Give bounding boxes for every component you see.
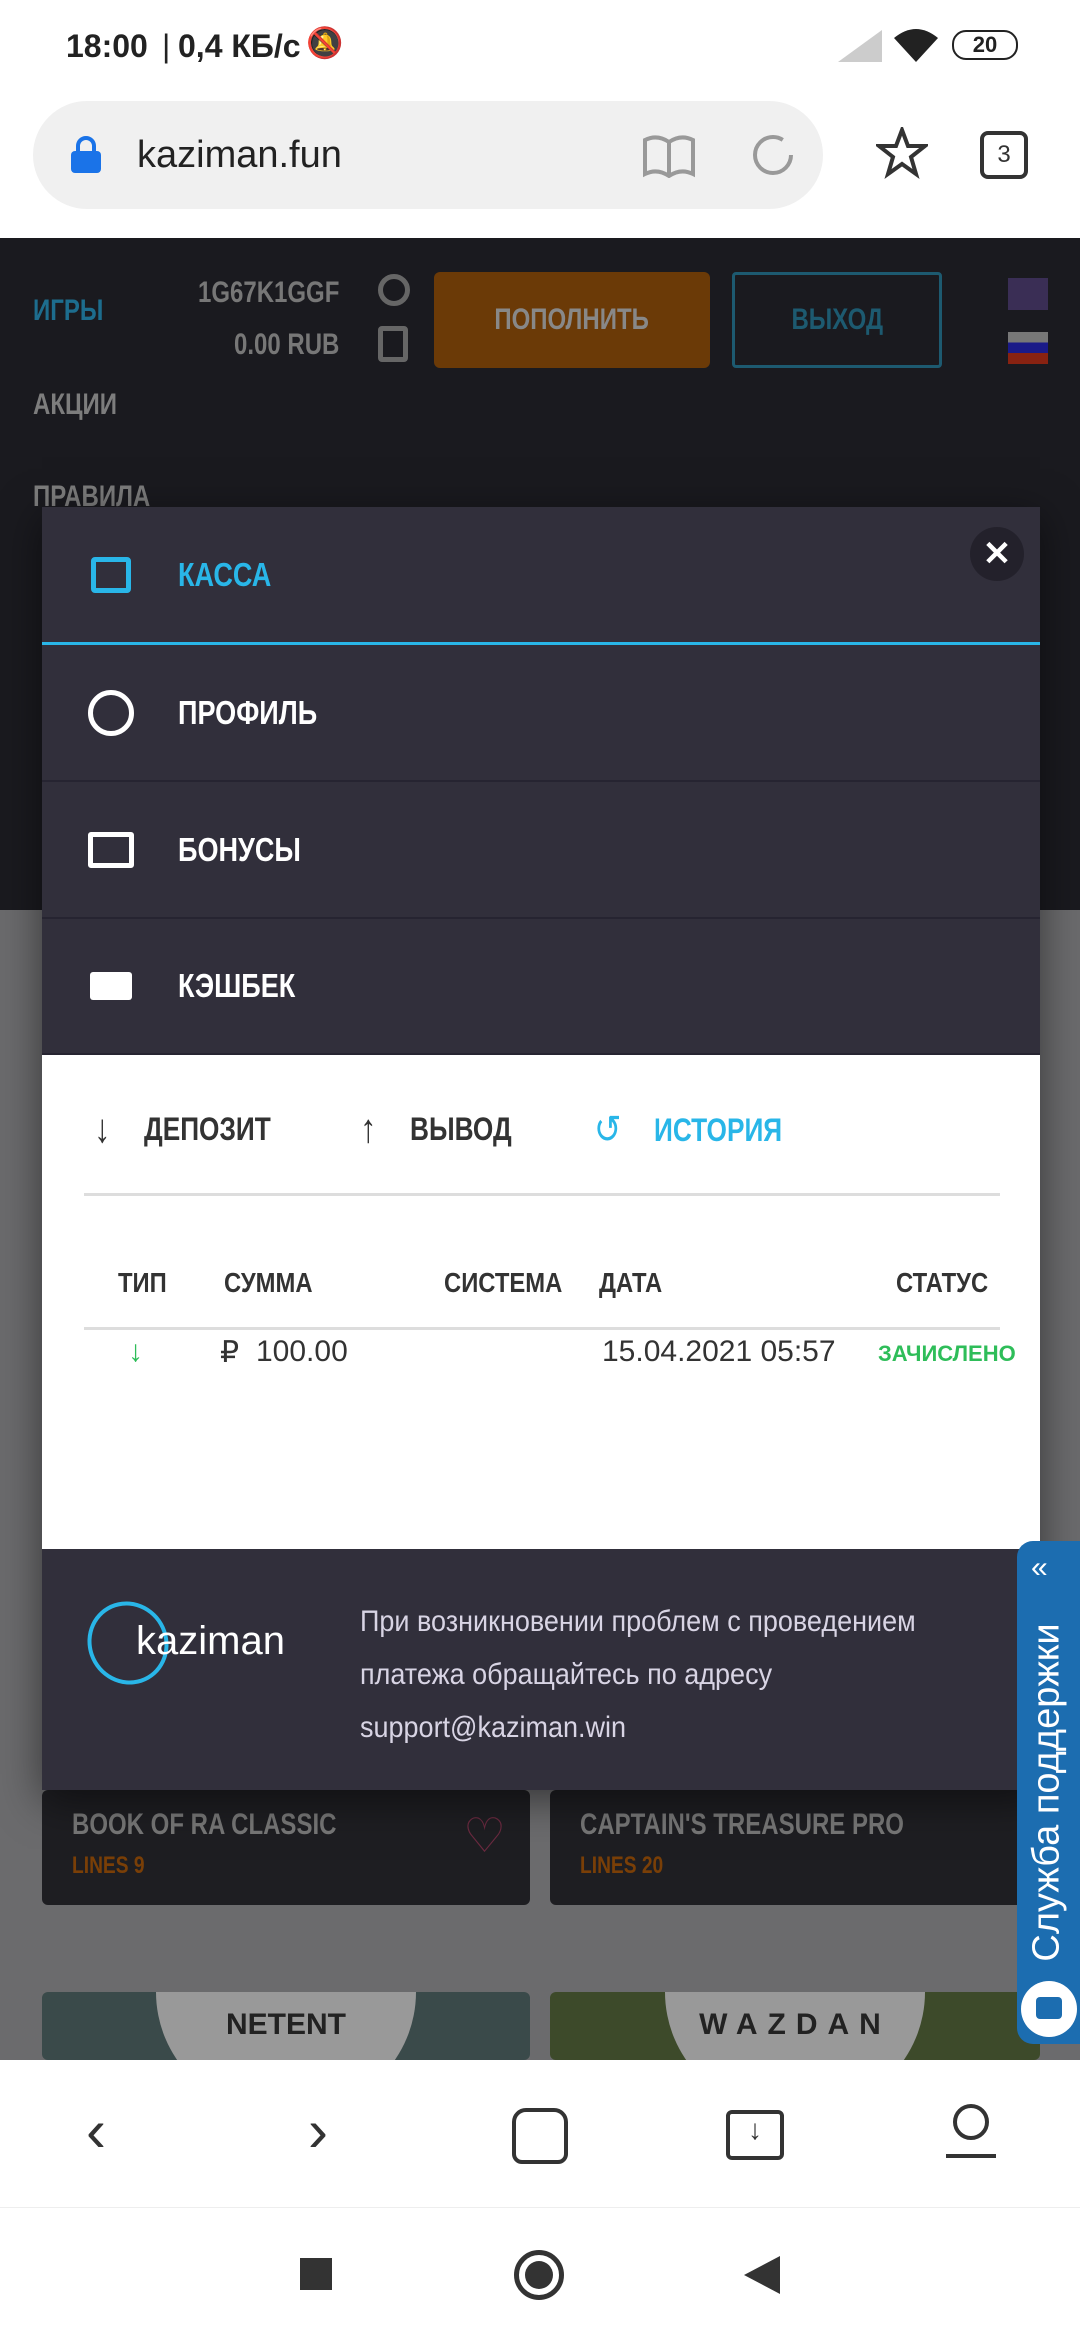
game-lines: LINES 20 (580, 1852, 664, 1879)
cashier-modal: КАССА ✕ ПРОФИЛЬ БОНУСЫ КЭШБЕК ↓ ДЕПОЗИТ ↑… (42, 507, 1040, 1790)
deposit-button[interactable]: ПОПОЛНИТЬ (434, 272, 710, 368)
profile-icon[interactable] (378, 274, 410, 306)
lock-icon (71, 136, 101, 173)
wallet-icon (86, 550, 136, 600)
deposit-arrow-icon: ↓ (128, 1335, 143, 1368)
reload-icon[interactable] (749, 131, 797, 179)
address-bar[interactable]: kaziman.fun (33, 101, 823, 209)
date: 15.04.2021 05:57 (602, 1335, 836, 1368)
home-circle-icon[interactable] (514, 2250, 564, 2300)
col-amount: СУММА (224, 1267, 313, 1298)
divider (84, 1193, 1000, 1196)
support-label: Служба поддержки (1025, 1623, 1068, 1962)
provider-card[interactable]: NETENT (42, 1992, 530, 2060)
close-icon[interactable]: ✕ (970, 527, 1024, 581)
user-id: 1G67K1GGF (198, 276, 340, 309)
menu-bonuses[interactable]: БОНУСЫ (42, 783, 1040, 919)
forward-icon[interactable]: › (308, 2096, 328, 2165)
amount: 100.00 (256, 1335, 348, 1368)
menu-cashier[interactable]: КАССА (42, 507, 1040, 645)
wifi-icon (894, 29, 938, 62)
game-lines: LINES 9 (72, 1852, 145, 1879)
reader-mode-icon[interactable] (643, 134, 695, 178)
game-card[interactable]: CAPTAIN'S TREASURE PRO LINES 20 (550, 1790, 1040, 1905)
network-speed: 0,4 КБ/с (178, 28, 301, 64)
cashier-footer: kaziman При возникновении проблем с пров… (42, 1549, 1040, 1790)
browser-toolbar: kaziman.fun 3 (0, 97, 1080, 238)
history-icon: ↺ (594, 1108, 622, 1152)
kaziman-logo: kaziman (72, 1586, 298, 1700)
system-navigation (0, 2208, 1080, 2340)
battery-icon: 20 (952, 30, 1018, 60)
menu-cashback[interactable]: КЭШБЕК (42, 919, 1040, 1055)
bookmark-star-icon[interactable] (876, 127, 928, 179)
tabs-counter[interactable]: 3 (980, 131, 1028, 179)
game-card[interactable]: BOOK OF RA CLASSIC LINES 9 ♡ (42, 1790, 530, 1905)
clock: 18:00 (66, 28, 148, 64)
cash-icon (86, 961, 136, 1011)
status-bar: 18:00 | 0,4 КБ/с 🔕 20 (0, 0, 1080, 97)
menu-profile[interactable]: ПРОФИЛЬ (42, 646, 1040, 782)
recents-icon[interactable] (300, 2258, 332, 2290)
downloads-icon[interactable]: ↓ (726, 2110, 784, 2160)
back-triangle-icon[interactable] (744, 2256, 780, 2294)
col-status: СТАТУС (896, 1267, 989, 1298)
face-icon (86, 688, 136, 738)
account-icon[interactable] (946, 2104, 996, 2164)
arrow-down-icon: ↓ (94, 1107, 111, 1151)
provider-card[interactable]: WAZDAN (550, 1992, 1040, 2060)
col-date: ДАТА (599, 1267, 663, 1298)
game-title: CAPTAIN'S TREASURE PRO (580, 1808, 904, 1841)
balance: 0.00 RUB (234, 328, 340, 361)
arrow-up-icon: ↑ (360, 1107, 377, 1151)
flag-en-icon[interactable] (1008, 278, 1048, 310)
game-title: BOOK OF RA CLASSIC (72, 1808, 337, 1841)
favorite-heart-icon[interactable]: ♡ (463, 1808, 506, 1864)
logout-button[interactable]: ВЫХОД (732, 272, 942, 368)
bell-off-icon: 🔕 (306, 27, 344, 60)
tab-deposit[interactable]: ↓ ДЕПОЗИТ (94, 1107, 299, 1152)
add-wallet-icon[interactable] (378, 326, 408, 362)
home-icon[interactable] (512, 2108, 568, 2164)
tab-withdraw[interactable]: ↑ ВЫВОД (360, 1107, 534, 1152)
browser-bottom-bar: ‹ › ↓ (0, 2060, 1080, 2208)
support-note: При возникновении проблем с проведением … (360, 1605, 916, 1744)
collapse-icon: « (1031, 1551, 1048, 1584)
nav-games[interactable]: ИГРЫ (33, 294, 103, 328)
url-text: kaziman.fun (137, 133, 342, 176)
col-system: СИСТЕМА (444, 1267, 563, 1298)
back-icon[interactable]: ‹ (86, 2096, 106, 2165)
status-badge: ЗАЧИСЛЕНО (878, 1341, 1016, 1366)
cashier-content: ↓ ДЕПОЗИТ ↑ ВЫВОД ↺ ИСТОРИЯ ТИП СУММА СИСТЕ… (42, 1055, 1040, 1549)
nav-promotions[interactable]: АКЦИИ (33, 388, 117, 422)
chat-bubble-icon (1021, 1981, 1077, 2037)
gift-icon (86, 825, 136, 875)
col-type: ТИП (118, 1267, 167, 1298)
flag-ru-icon[interactable] (1008, 332, 1048, 364)
tab-history[interactable]: ↺ ИСТОРИЯ (594, 1107, 810, 1153)
support-chat-tab[interactable]: « Служба поддержки (1017, 1541, 1080, 2044)
currency-symbol: ₽ (220, 1336, 240, 1369)
signal-icon (838, 30, 882, 62)
